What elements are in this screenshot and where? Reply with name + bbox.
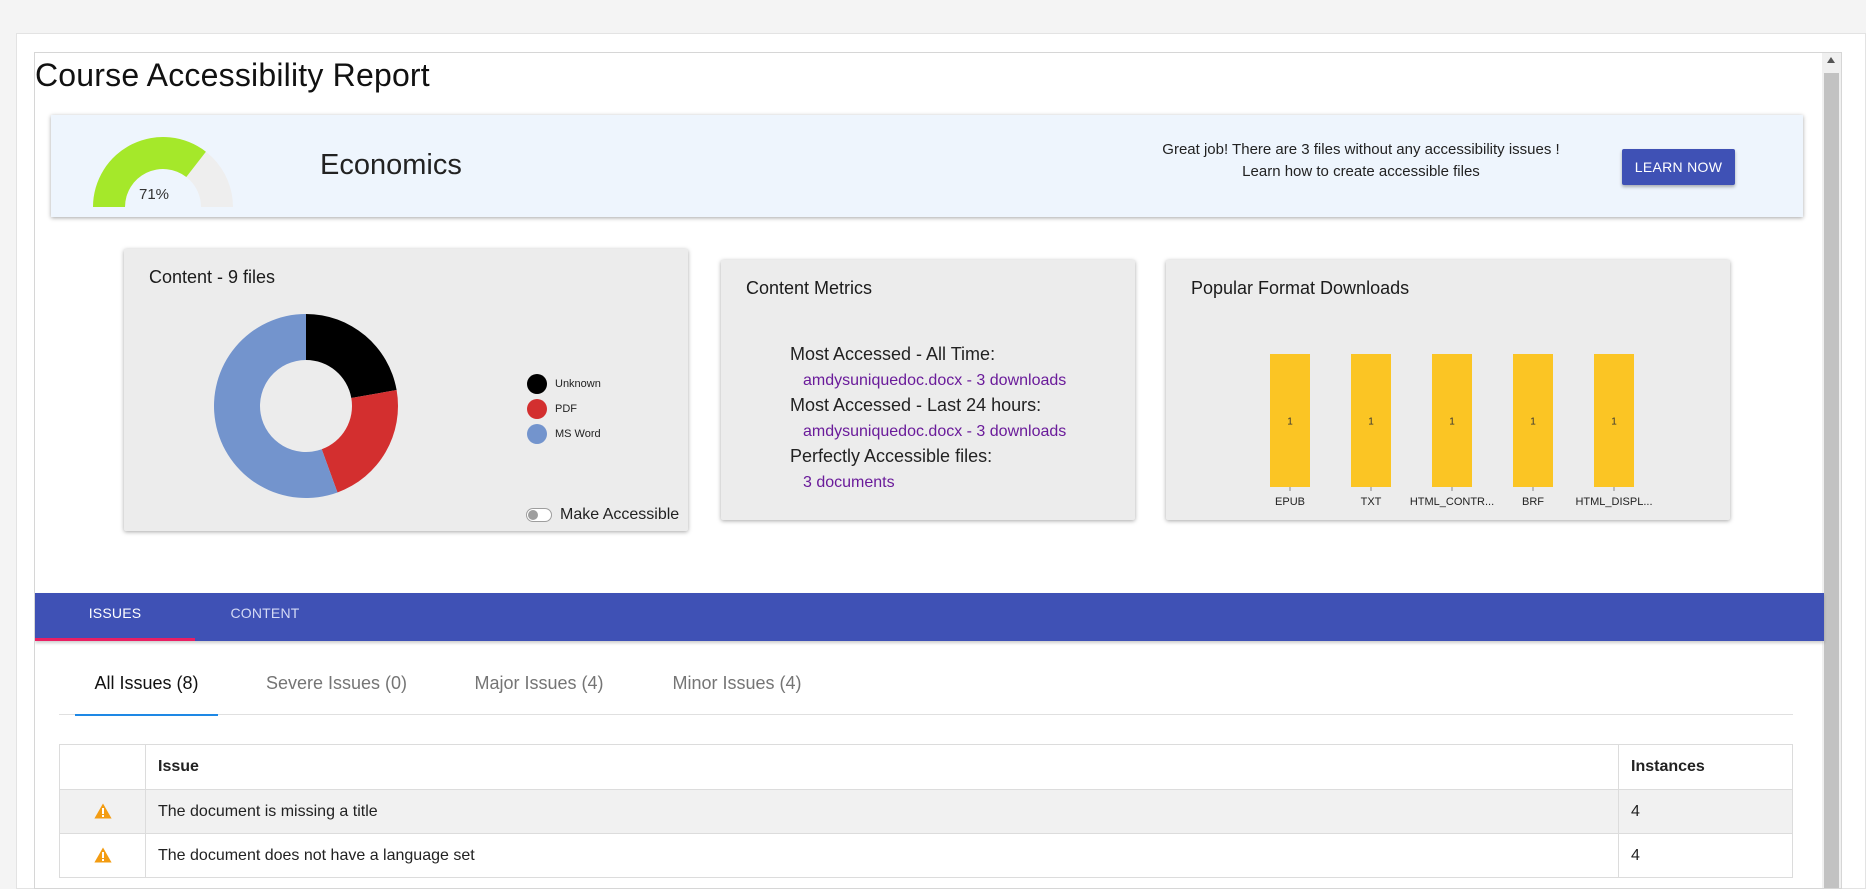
scroll-thumb[interactable] [1824, 73, 1839, 888]
subtab-major-issues-label: Major Issues (4) [474, 673, 604, 693]
banner-message-line1: Great job! There are 3 files without any… [1162, 141, 1560, 158]
legend-item-unknown: Unknown [527, 371, 601, 396]
bar-value-label: 1 [1368, 417, 1374, 428]
x-axis-category-label: HTML_CONTR... [1410, 496, 1494, 508]
bar-value-label: 1 [1449, 417, 1455, 428]
perfect-files-link[interactable]: 3 documents [790, 470, 1066, 496]
tab-content[interactable]: CONTENT [205, 593, 325, 641]
toggle-knob [528, 510, 538, 520]
legend-swatch-ms-word [527, 423, 547, 444]
x-axis-category-label: BRF [1522, 496, 1544, 508]
instance-count: 4 [1618, 789, 1793, 834]
learn-now-button[interactable]: LEARN NOW [1622, 149, 1735, 185]
row-icon-cell [59, 789, 146, 834]
column-header-issue[interactable]: Issue [145, 744, 1619, 790]
slice-pdf[interactable] [321, 390, 399, 493]
course-summary-banner: 71% Economics Great job! There are 3 fil… [51, 115, 1803, 217]
tab-issues-label: ISSUES [88, 605, 142, 621]
issues-table: Issue Instances The document is missing … [59, 744, 1793, 878]
tab-content-label: CONTENT [230, 605, 300, 621]
subtab-all-issues-label: All Issues (8) [94, 673, 199, 693]
popular-downloads-card: Popular Format Downloads 1 EPUB 1 TXT 1 HTML_… [1166, 260, 1730, 520]
issue-filter-tabs: All Issues (8) Severe Issues (0) Major I… [59, 663, 1793, 716]
column-header-instances[interactable]: Instances [1618, 744, 1793, 790]
banner-message-line2: Learn how to create accessible files [1242, 163, 1480, 180]
bar-value-label: 1 [1530, 417, 1536, 428]
warning-icon [93, 847, 112, 863]
x-axis-category-label: HTML_DISPL... [1575, 496, 1652, 508]
most-accessed-24h-link[interactable]: amdysuniquedoc.docx - 3 downloads [790, 419, 1066, 445]
banner-message: Great job! There are 3 files without any… [1151, 139, 1571, 183]
subtab-minor-issues-label: Minor Issues (4) [672, 673, 802, 693]
content-card: Content - 9 files Unknown PDF MS Word Ma… [124, 249, 688, 531]
legend-label-unknown: Unknown [555, 377, 601, 390]
perfect-files-label: Perfectly Accessible files: [790, 446, 993, 466]
table-header-row: Issue Instances [59, 744, 1793, 790]
legend-swatch-unknown [527, 373, 547, 394]
report-frame: Course Accessibility Report 71% Economic… [34, 52, 1842, 889]
warning-icon [93, 803, 112, 819]
legend-swatch-pdf [527, 398, 547, 419]
table-row[interactable]: The document is missing a title 4 [59, 789, 1793, 834]
column-header-icon [59, 744, 146, 790]
scroll-up-arrow-icon[interactable] [1827, 57, 1835, 63]
page-title: Course Accessibility Report [35, 57, 430, 93]
legend-item-ms-word: MS Word [527, 421, 601, 446]
issue-text: The document does not have a language se… [145, 833, 1619, 878]
toggle-switch[interactable] [526, 508, 552, 522]
content-metrics-title: Content Metrics [746, 278, 873, 298]
content-donut-chart [214, 314, 399, 498]
legend-item-pdf: PDF [527, 396, 601, 421]
make-accessible-label: Make Accessible [560, 506, 680, 523]
issue-text: The document is missing a title [145, 789, 1619, 834]
tab-issues[interactable]: ISSUES [35, 593, 195, 641]
subtab-active-indicator [75, 714, 218, 716]
bar-value-label: 1 [1287, 417, 1293, 428]
downloads-bar-chart: 1 EPUB 1 TXT 1 HTML_CONTR... 1 BRF 1 HTML_DISPL..… [1270, 354, 1653, 508]
course-name: Economics [320, 149, 462, 181]
most-accessed-all-time-link[interactable]: amdysuniquedoc.docx - 3 downloads [790, 368, 1066, 394]
score-label: 71% [139, 186, 170, 203]
instance-count: 4 [1618, 833, 1793, 878]
make-accessible-toggle[interactable]: Make Accessible [526, 506, 679, 524]
subtab-major-issues[interactable]: Major Issues (4) [459, 663, 619, 715]
tab-active-indicator [35, 638, 195, 641]
row-icon-cell [59, 833, 146, 878]
slice-unknown[interactable] [306, 314, 397, 399]
subtab-severe-issues-label: Severe Issues (0) [265, 673, 408, 693]
x-axis-category-label: TXT [1361, 496, 1382, 508]
subtab-severe-issues[interactable]: Severe Issues (0) [254, 663, 419, 715]
main-tab-bar: ISSUES CONTENT [35, 593, 1824, 641]
x-axis-category-label: EPUB [1275, 496, 1305, 508]
metrics-list: Most Accessed - All Time: amdysuniquedoc… [790, 342, 1066, 495]
bar-value-label: 1 [1611, 417, 1617, 428]
legend-label-ms-word: MS Word [555, 427, 601, 440]
table-row[interactable]: The document does not have a language se… [59, 833, 1793, 878]
subtab-all-issues[interactable]: All Issues (8) [75, 663, 218, 716]
most-accessed-all-time-label: Most Accessed - All Time: [790, 344, 996, 364]
most-accessed-24h-label: Most Accessed - Last 24 hours: [790, 395, 1042, 415]
content-legend: Unknown PDF MS Word [527, 371, 601, 446]
legend-label-pdf: PDF [555, 402, 577, 415]
vertical-scrollbar[interactable] [1822, 53, 1841, 888]
subtab-minor-issues[interactable]: Minor Issues (4) [657, 663, 817, 715]
content-metrics-card: Content Metrics Most Accessed - All Time… [721, 260, 1135, 520]
